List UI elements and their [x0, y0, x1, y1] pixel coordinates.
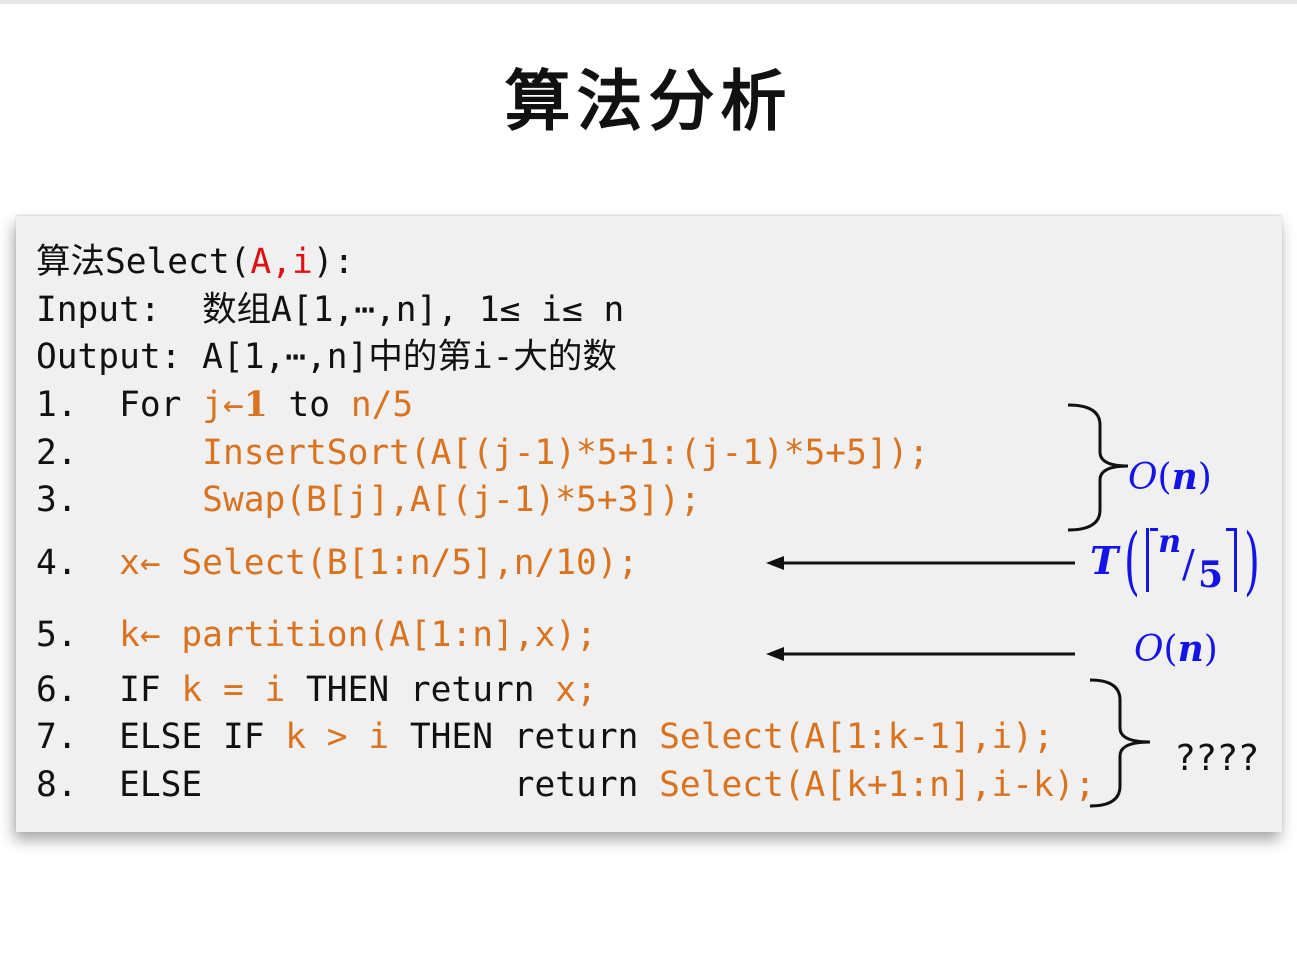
- paren-right: ): [1203, 629, 1218, 670]
- fraction-denominator: 5: [1198, 554, 1224, 596]
- var-n: n: [1171, 456, 1198, 498]
- paren-right: ): [1197, 457, 1212, 498]
- floor-tick-left: [1150, 528, 1158, 531]
- arrow-recursive-head: [766, 556, 784, 570]
- floor-bar-left: [1146, 528, 1149, 592]
- big-t: T: [1090, 538, 1119, 583]
- complexity-partition: O(n): [1134, 628, 1218, 670]
- brace-branches: [1089, 678, 1151, 808]
- complexity-loop: O(n): [1128, 456, 1212, 498]
- paren-left-icon: (: [1124, 518, 1140, 604]
- var-n: n: [1177, 628, 1204, 670]
- big-o: O: [1134, 629, 1164, 670]
- paren-right-icon: ): [1244, 518, 1260, 604]
- floor-bar-right: [1234, 528, 1237, 592]
- paren-left: (: [1157, 457, 1172, 498]
- fraction-numerator: n: [1158, 522, 1182, 560]
- unknown-complexity: ????: [1176, 738, 1261, 779]
- arrow-partition-head: [766, 647, 784, 661]
- big-o: O: [1128, 457, 1158, 498]
- paren-left: (: [1163, 629, 1178, 670]
- floor-tick-right: [1226, 528, 1234, 531]
- fraction-slash: /: [1182, 542, 1195, 586]
- brace-loop: [1067, 403, 1129, 532]
- annotation-overlay: [766, 403, 1151, 808]
